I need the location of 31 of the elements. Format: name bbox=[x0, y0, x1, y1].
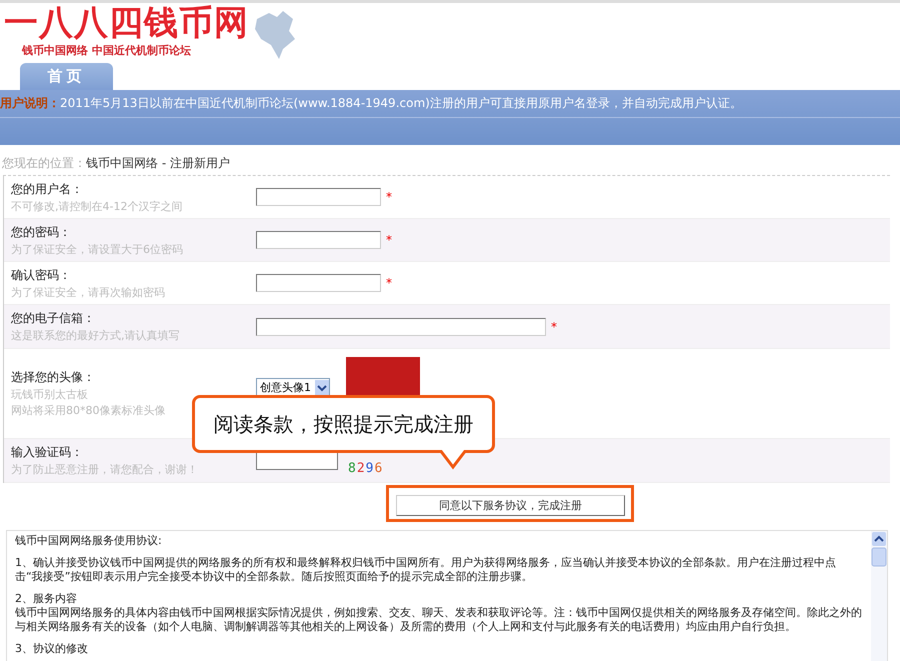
submit-button[interactable]: 同意以下服务协议，完成注册 bbox=[396, 495, 625, 516]
required-mark: * bbox=[551, 320, 557, 334]
site-logo-subtitle: 钱币中国网络 中国近代机制币论坛 bbox=[22, 43, 191, 58]
notice-text: 2011年5月13日以前在中国近代机制币论坛(www.1884-1949.com)注册的用户可直接用原用户名登录，并自动完成用户认证。 bbox=[60, 95, 742, 112]
field-hint: 为了保证安全，请再次输如密码 bbox=[11, 284, 166, 300]
field-hint: 这是联系您的最好方式,请认真填写 bbox=[11, 328, 180, 343]
breadcrumb-path: 钱币中国网络 - 注册新用户 bbox=[86, 155, 230, 172]
field-hint: 为了防止恶意注册，请您配合，谢谢！ bbox=[11, 462, 199, 477]
field-hint: 为了保证安全，请设置大于6位密码 bbox=[11, 242, 184, 256]
required-mark: * bbox=[386, 276, 392, 290]
field-label: 输入验证码： bbox=[11, 444, 84, 461]
avatar-select[interactable]: 创意头像1 bbox=[256, 378, 330, 398]
site-logo-title: 一八八四钱币网 bbox=[4, 3, 249, 43]
field-hint: 网站将采用80*80像素标准头像 bbox=[11, 403, 166, 418]
agreement-paragraph: 钱币中国网网络服务使用协议: bbox=[15, 534, 163, 548]
agreement-paragraph: 3、协议的修改 bbox=[15, 642, 89, 656]
field-hint: 不可修改,请控制在4-12个汉字之间 bbox=[11, 198, 184, 214]
field-label: 您的用户名： bbox=[11, 180, 84, 198]
field-label: 确认密码： bbox=[11, 266, 72, 284]
field-label: 选择您的头像： bbox=[11, 369, 96, 386]
field-label: 您的密码： bbox=[11, 224, 72, 240]
captcha-code: 8296 bbox=[348, 461, 384, 476]
agreement-paragraph: 1、确认并接受协议钱币中国网提供的网络服务的所有权和最终解释权归钱币中国网所有。用户为获得网络服务，应当确认并接受本协议的全部条款。用户在注册过程中点击“我接受”按钮即表示用户完全接受本协议中的全部条款。随后按照页面给予的提示完成全部的注册步骤。 bbox=[15, 556, 837, 584]
field-hint: 玩钱币别太古板 bbox=[11, 387, 89, 402]
field-label: 您的电子信箱： bbox=[11, 310, 96, 327]
required-mark: * bbox=[386, 190, 392, 204]
breadcrumb-label: 您现在的位置： bbox=[2, 155, 86, 172]
agreement-paragraph: 2、服务内容 bbox=[15, 592, 78, 606]
agreement-paragraph: 钱币中国网网络服务的具体内容由钱币中国网根据实际情况提供，例如搜索、交友、聊天、发表和获取评论等。注：钱币中国网仅提供相关的网络服务及存储空间。除此之外的与相关网络服务有关的设备（如个人电脑、调制解调器等其他相关的上网设备）及所需的费用（个人上网和支付与此服务有关的电话费用）均应由用户自行负担。 bbox=[15, 606, 863, 634]
required-mark: * bbox=[386, 233, 392, 247]
notice-label: 用户说明： bbox=[0, 95, 60, 112]
